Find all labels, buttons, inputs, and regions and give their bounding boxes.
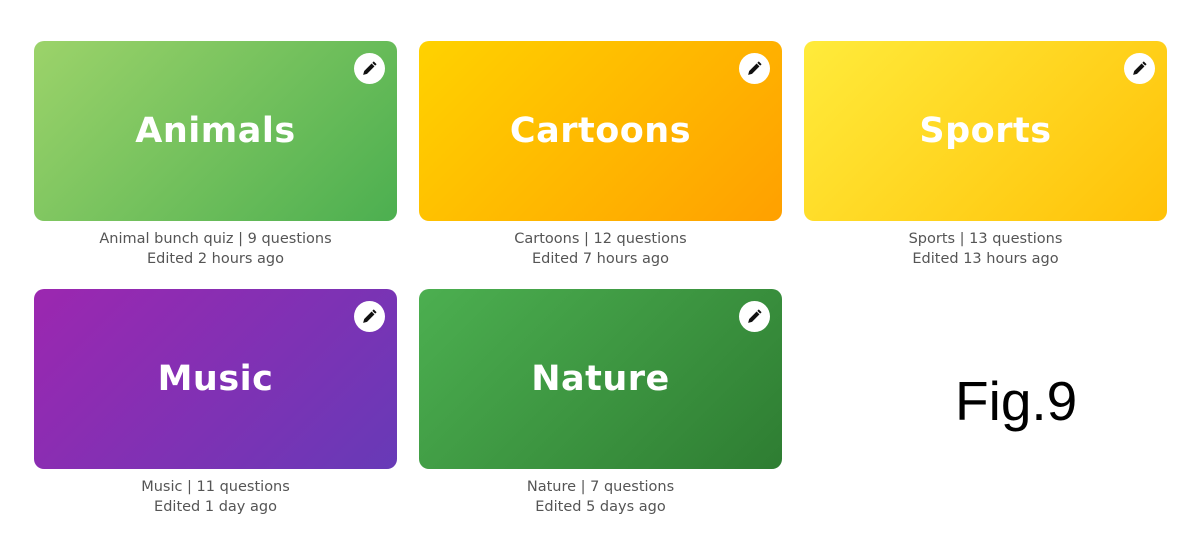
quiz-description: Music | 11 questions xyxy=(141,479,290,495)
quiz-meta: Animal bunch quiz | 9 questions Edited 2… xyxy=(34,229,397,269)
quiz-meta: Sports | 13 questions Edited 13 hours ag… xyxy=(804,229,1167,269)
quiz-description: Animal bunch quiz | 9 questions xyxy=(99,231,332,247)
quiz-card-cartoons[interactable]: Cartoons xyxy=(419,41,782,221)
quiz-edited-time: Edited 13 hours ago xyxy=(912,251,1059,267)
figure-label: Fig.9 xyxy=(955,370,1078,432)
pencil-icon xyxy=(748,61,762,75)
quiz-card-music[interactable]: Music xyxy=(34,289,397,469)
pencil-icon xyxy=(748,309,762,323)
edit-button[interactable] xyxy=(354,53,385,84)
edit-button[interactable] xyxy=(739,53,770,84)
quiz-card-sports[interactable]: Sports xyxy=(804,41,1167,221)
quiz-description: Sports | 13 questions xyxy=(908,231,1063,247)
quiz-edited-time: Edited 2 hours ago xyxy=(147,251,284,267)
quiz-meta: Music | 11 questions Edited 1 day ago xyxy=(34,477,397,517)
quiz-title: Nature xyxy=(531,359,670,399)
quiz-edited-time: Edited 7 hours ago xyxy=(532,251,669,267)
quiz-title: Music xyxy=(157,359,274,399)
quiz-item-music: Music Music | 11 questions Edited 1 day … xyxy=(34,289,397,517)
pencil-icon xyxy=(1133,61,1147,75)
quiz-meta: Cartoons | 12 questions Edited 7 hours a… xyxy=(419,229,782,269)
quiz-item-animals: Animals Animal bunch quiz | 9 questions … xyxy=(34,41,397,269)
quiz-card-nature[interactable]: Nature xyxy=(419,289,782,469)
quiz-edited-time: Edited 5 days ago xyxy=(535,499,666,515)
quiz-item-cartoons: Cartoons Cartoons | 12 questions Edited … xyxy=(419,41,782,269)
pencil-icon xyxy=(363,61,377,75)
quiz-title: Sports xyxy=(919,111,1052,151)
quiz-item-nature: Nature Nature | 7 questions Edited 5 day… xyxy=(419,289,782,517)
quiz-title: Animals xyxy=(135,111,296,151)
quiz-description: Nature | 7 questions xyxy=(526,479,675,495)
edit-button[interactable] xyxy=(739,301,770,332)
quiz-meta: Nature | 7 questions Edited 5 days ago xyxy=(419,477,782,517)
pencil-icon xyxy=(363,309,377,323)
edit-button[interactable] xyxy=(354,301,385,332)
quiz-description: Cartoons | 12 questions xyxy=(514,231,687,247)
quiz-edited-time: Edited 1 day ago xyxy=(154,499,277,515)
quiz-title: Cartoons xyxy=(509,111,692,151)
edit-button[interactable] xyxy=(1124,53,1155,84)
quiz-item-sports: Sports Sports | 13 questions Edited 13 h… xyxy=(804,41,1167,269)
quiz-card-animals[interactable]: Animals xyxy=(34,41,397,221)
